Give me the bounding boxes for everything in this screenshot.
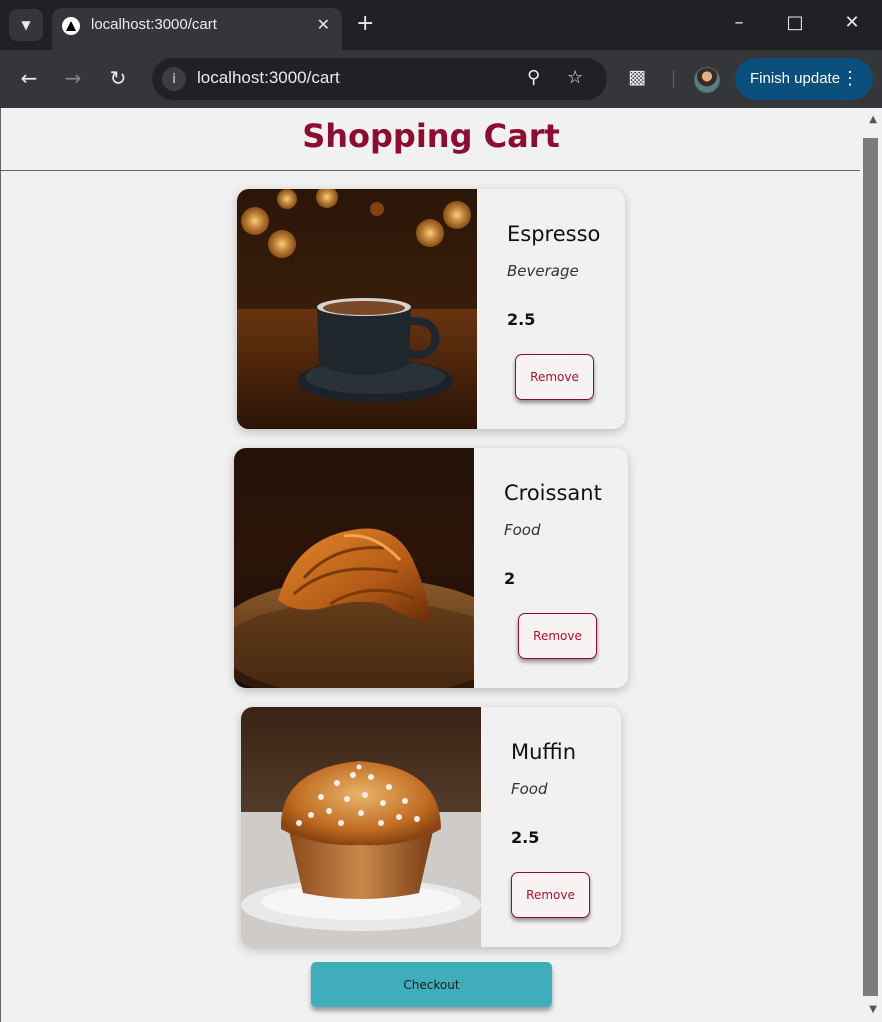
cart-item-card: Croissant Food 2 Remove — [234, 448, 628, 688]
croissant-photo — [234, 448, 474, 688]
muffin-photo — [241, 707, 481, 947]
avatar[interactable] — [694, 67, 720, 93]
new-tab-icon[interactable]: + — [356, 12, 374, 36]
vertical-scrollbar[interactable]: ▲ ▼ — [860, 108, 882, 1022]
arrow-right-icon[interactable]: → — [60, 67, 86, 89]
tab-bar: ▼ localhost:3000/cart ✕ + – □ ✕ — [0, 0, 882, 50]
item-category: Food — [511, 780, 548, 798]
item-category: Food — [504, 521, 541, 539]
item-price: 2.5 — [507, 310, 536, 329]
close-tab-icon[interactable]: ✕ — [317, 15, 330, 34]
scroll-up-icon[interactable]: ▲ — [869, 114, 877, 125]
tab-search-button[interactable]: ▼ — [9, 9, 43, 41]
close-window-icon[interactable]: ✕ — [837, 12, 867, 33]
page-title: Shopping Cart — [302, 117, 560, 155]
browser-toolbar: ← → ↻ i localhost:3000/cart ⚲ ☆ ▩ Finish… — [0, 50, 882, 108]
triangle-logo-icon — [62, 17, 80, 35]
scroll-down-icon[interactable]: ▼ — [869, 1004, 877, 1015]
toolbar-divider — [673, 70, 674, 88]
address-bar[interactable]: i localhost:3000/cart ⚲ ☆ — [152, 58, 607, 100]
item-category: Beverage — [507, 262, 579, 280]
item-price: 2 — [504, 569, 516, 588]
item-price: 2.5 — [511, 828, 540, 847]
puzzle-icon[interactable]: ▩ — [628, 66, 646, 88]
finish-update-button[interactable]: Finish update ⋮ — [735, 58, 873, 100]
kebab-menu-icon[interactable]: ⋮ — [841, 67, 859, 89]
maximize-icon[interactable]: □ — [780, 12, 810, 33]
cart-item-card: Espresso Beverage 2.5 Remove — [237, 189, 625, 429]
star-icon[interactable]: ☆ — [567, 67, 583, 88]
remove-button[interactable]: Remove — [518, 613, 597, 659]
active-tab[interactable]: localhost:3000/cart ✕ — [52, 8, 342, 50]
reload-icon[interactable]: ↻ — [105, 67, 131, 89]
chevron-down-icon: ▼ — [21, 18, 31, 32]
cart-item-card: Muffin Food 2.5 Remove — [241, 707, 621, 947]
url-text[interactable]: localhost:3000/cart — [197, 68, 340, 88]
item-name: Muffin — [511, 740, 577, 764]
finish-update-label: Finish update — [750, 70, 841, 87]
remove-button[interactable]: Remove — [515, 354, 594, 400]
espresso-photo — [237, 189, 477, 429]
arrow-left-icon[interactable]: ← — [16, 67, 42, 89]
item-name: Espresso — [507, 222, 601, 246]
info-icon[interactable]: i — [162, 67, 186, 91]
item-name: Croissant — [504, 481, 602, 505]
minimize-icon[interactable]: – — [724, 12, 754, 33]
scrollbar-thumb[interactable] — [863, 138, 878, 996]
page-viewport: Shopping Cart Espresso Beverage 2.5 Remo… — [0, 108, 882, 1022]
tab-title: localhost:3000/cart — [91, 16, 217, 33]
zoom-out-icon[interactable]: ⚲ — [527, 67, 540, 88]
title-divider — [1, 170, 861, 171]
checkout-button[interactable]: Checkout — [311, 962, 552, 1007]
remove-button[interactable]: Remove — [511, 872, 590, 918]
